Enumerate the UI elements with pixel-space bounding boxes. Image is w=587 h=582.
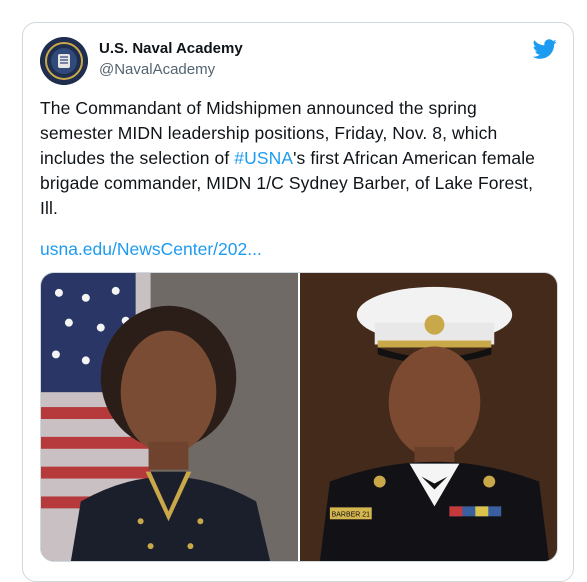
tweet-media[interactable]: BARBER 21 — [40, 272, 558, 562]
name-tag: BARBER 21 — [332, 511, 370, 518]
portrait-photo-right[interactable]: BARBER 21 — [300, 273, 557, 561]
portrait-photo-left[interactable] — [41, 273, 300, 561]
author-handle[interactable]: @NavalAcademy — [99, 61, 215, 78]
avatar[interactable] — [40, 37, 88, 85]
tweet-text: The Commandant of Midshipmen announced t… — [40, 96, 540, 221]
hashtag-link[interactable]: #USNA — [234, 148, 293, 168]
naval-academy-seal-icon — [40, 37, 88, 85]
author-name[interactable]: U.S. Naval Academy — [99, 40, 243, 57]
tweet-card[interactable]: U.S. Naval Academy @NavalAcademy The Com… — [22, 22, 574, 582]
twitter-bird-icon[interactable] — [532, 37, 557, 61]
news-link[interactable]: usna.edu/NewsCenter/202... — [40, 239, 262, 260]
